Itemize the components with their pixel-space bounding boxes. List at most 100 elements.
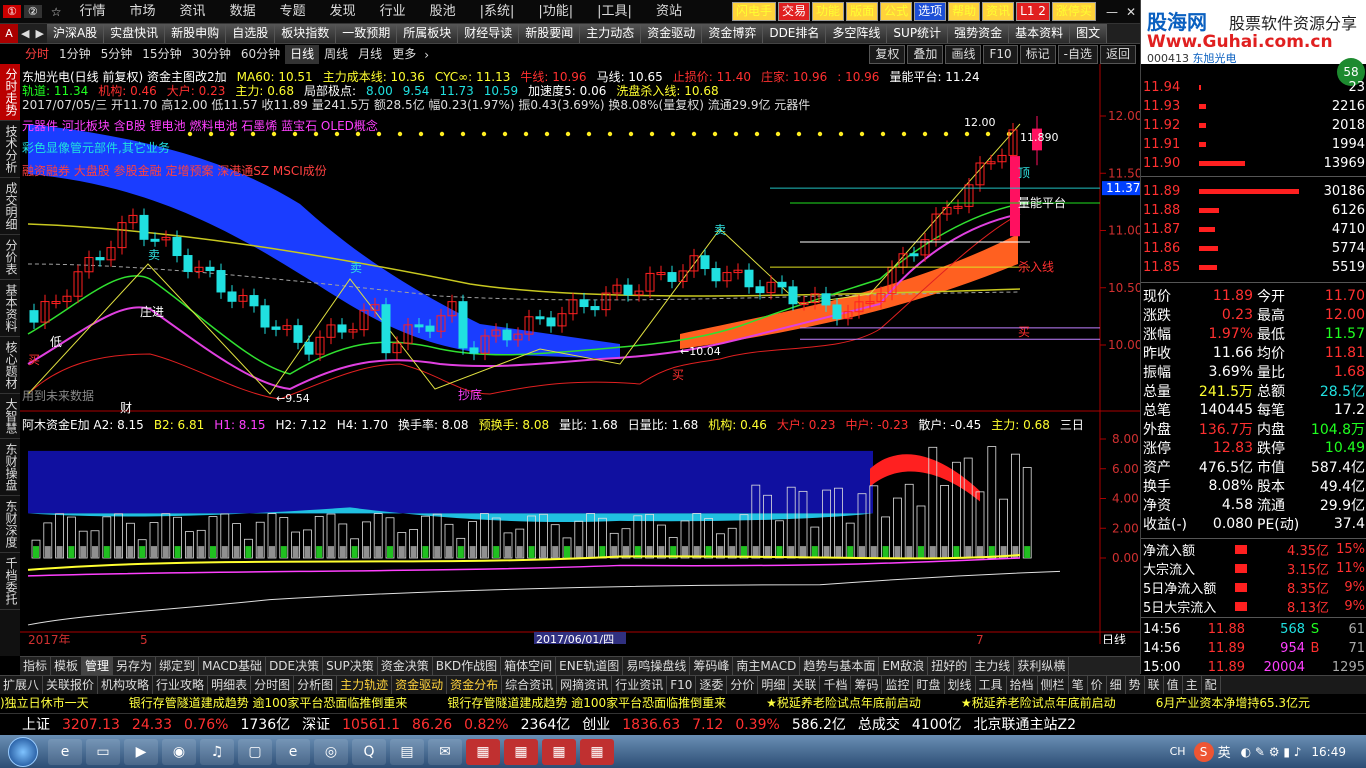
quick-button-8[interactable]: L1 2 <box>1016 2 1050 21</box>
side-tab-6[interactable]: 大智慧 <box>0 394 20 439</box>
menu-item-4[interactable]: 专题 <box>268 0 318 24</box>
tab-13[interactable]: 多空阵线 <box>826 24 888 43</box>
quick-button-5[interactable]: 选项 <box>914 2 947 21</box>
menu-item-8[interactable]: |系统| <box>468 0 527 24</box>
index-item-16[interactable]: 4100亿 <box>912 714 962 736</box>
indicator-tab-18[interactable]: 主力线 <box>971 657 1015 675</box>
function-tab-32[interactable]: 主 <box>1183 676 1202 694</box>
side-tab-8[interactable]: 东财深度 <box>0 496 20 553</box>
function-tab-22[interactable]: 划线 <box>945 676 976 694</box>
function-tab-4[interactable]: 明细表 <box>208 676 252 694</box>
indicator-tab-6[interactable]: DDE决策 <box>266 657 324 675</box>
menu-item-7[interactable]: 股池 <box>418 0 468 24</box>
bid-row-2[interactable]: 11.87 4710 <box>1143 220 1365 239</box>
tab-12[interactable]: DDE排名 <box>763 24 827 43</box>
function-tab-19[interactable]: 筹码 <box>851 676 883 694</box>
tab-8[interactable]: 新股要闻 <box>519 24 581 43</box>
index-item-11[interactable]: 1836.63 <box>622 714 680 736</box>
chart-tool-2[interactable]: 画线 <box>945 45 982 64</box>
quick-button-0[interactable]: 闪电手 <box>732 2 777 21</box>
function-tab-30[interactable]: 联 <box>1145 676 1164 694</box>
bid-row-3[interactable]: 11.86 5774 <box>1143 239 1365 258</box>
quick-button-2[interactable]: 功能 <box>812 2 845 21</box>
stock-app-icon-4[interactable]: ▦ <box>580 738 614 765</box>
news-item-5[interactable]: 6月产业资本净增持65.3亿元 <box>1156 694 1310 713</box>
app-icon-4[interactable]: ▤ <box>390 738 424 765</box>
index-item-3[interactable]: 0.76% <box>184 714 228 736</box>
indicator-tab-8[interactable]: 资金决策 <box>378 657 433 675</box>
app-icon-5[interactable]: ✉ <box>428 738 462 765</box>
function-tab-10[interactable]: 综合资讯 <box>502 676 558 694</box>
period-3[interactable]: 15分钟 <box>137 45 186 64</box>
index-item-13[interactable]: 0.39% <box>735 714 779 736</box>
indicator-tab-11[interactable]: ENE轨道图 <box>556 657 624 675</box>
index-item-17[interactable]: 北京联通主站Z2 <box>974 714 1077 736</box>
stock-app-icon-3[interactable]: ▦ <box>542 738 576 765</box>
function-tab-8[interactable]: 资金驱动 <box>392 676 448 694</box>
function-tab-26[interactable]: 笔 <box>1069 676 1088 694</box>
stock-app-icon-1[interactable]: ▦ <box>466 738 500 765</box>
indicator-tab-5[interactable]: MACD基础 <box>199 657 267 675</box>
menu-item-11[interactable]: 资站 <box>644 0 694 24</box>
menu-item-10[interactable]: |工具| <box>585 0 644 24</box>
period-6[interactable]: 日线 <box>285 45 320 64</box>
kline-svg[interactable]: 12.0011.5011.0010.5010.0011.37卖卖卖买买买庄进低抄… <box>20 64 1140 644</box>
indicator-tab-7[interactable]: SUP决策 <box>323 657 378 675</box>
index-item-5[interactable]: 深证 <box>302 714 330 736</box>
quick-button-9[interactable]: 涨停买 <box>1051 2 1096 21</box>
quick-button-3[interactable]: 版面 <box>846 2 879 21</box>
function-tab-5[interactable]: 分时图 <box>251 676 295 694</box>
news-item-0[interactable]: )独立日休市一天 <box>0 694 89 713</box>
indicator-tab-19[interactable]: 获利纵横 <box>1014 657 1070 675</box>
window-minimize-icon[interactable]: — <box>1102 5 1122 19</box>
chrome-icon[interactable]: ◉ <box>162 738 196 765</box>
index-item-4[interactable]: 1736亿 <box>240 714 290 736</box>
period-1[interactable]: 1分钟 <box>54 45 96 64</box>
indicator-tab-0[interactable]: 指标 <box>20 657 52 675</box>
menu-item-5[interactable]: 发现 <box>318 0 368 24</box>
index-item-10[interactable]: 创业 <box>582 714 610 736</box>
function-tab-11[interactable]: 网摘资讯 <box>557 676 613 694</box>
qq-icon[interactable]: ♫ <box>200 738 234 765</box>
index-item-14[interactable]: 586.2亿 <box>792 714 846 736</box>
function-tab-9[interactable]: 资金分布 <box>447 676 503 694</box>
indicator-tab-10[interactable]: 箱体空间 <box>501 657 557 675</box>
index-item-0[interactable]: 上证 <box>22 714 50 736</box>
function-tab-25[interactable]: 侧栏 <box>1038 676 1069 694</box>
menu-item-0[interactable]: 行情 <box>68 0 118 24</box>
bid-row-0[interactable]: 11.89 30186 <box>1143 182 1365 201</box>
function-tab-31[interactable]: 值 <box>1164 676 1183 694</box>
ask-row-0[interactable]: 11.94 23 <box>1143 78 1365 97</box>
indicator-tab-15[interactable]: 趋势与基本面 <box>800 657 880 675</box>
indicator-tab-9[interactable]: BKD作战图 <box>433 657 502 675</box>
indicator-tab-2[interactable]: 管理 <box>82 657 114 675</box>
bid-row-1[interactable]: 11.88 6126 <box>1143 201 1365 220</box>
function-tab-17[interactable]: 关联 <box>789 676 821 694</box>
ime-mode[interactable]: 英 <box>1218 742 1231 761</box>
tab-1[interactable]: 实盘快讯 <box>104 24 166 43</box>
ime-logo-icon[interactable]: S <box>1193 741 1214 762</box>
period-8[interactable]: 月线 <box>353 45 387 64</box>
quick-button-4[interactable]: 公式 <box>880 2 913 21</box>
period-5[interactable]: 60分钟 <box>236 45 285 64</box>
function-tab-7[interactable]: 主力轨迹 <box>337 676 393 694</box>
app-badge-a[interactable]: ① <box>3 5 21 18</box>
chart-tool-6[interactable]: 返回 <box>1099 45 1136 64</box>
tray-icons[interactable]: ◐ ✎ ⚙ ▮ ♪ <box>1241 745 1302 759</box>
bid-row-4[interactable]: 11.85 5519 <box>1143 258 1365 277</box>
function-tab-29[interactable]: 势 <box>1126 676 1145 694</box>
indicator-tab-14[interactable]: 南主MACD <box>733 657 801 675</box>
ask-row-4[interactable]: 11.90 13969 <box>1143 154 1365 173</box>
index-item-15[interactable]: 总成交 <box>858 714 900 736</box>
tab-7[interactable]: 财经导读 <box>458 24 520 43</box>
index-item-7[interactable]: 86.26 <box>412 714 452 736</box>
lang-indicator[interactable]: CH <box>1170 745 1186 758</box>
indicator-tab-13[interactable]: 筹码峰 <box>690 657 734 675</box>
chart-tool-3[interactable]: F10 <box>983 45 1018 64</box>
indicator-tab-12[interactable]: 易鸣操盘线 <box>623 657 691 675</box>
chart-tool-4[interactable]: 标记 <box>1019 45 1056 64</box>
ie-icon-2[interactable]: e <box>276 738 310 765</box>
menu-item-2[interactable]: 资讯 <box>168 0 218 24</box>
index-item-6[interactable]: 10561.1 <box>342 714 400 736</box>
side-tab-1[interactable]: 技术分析 <box>0 121 20 178</box>
